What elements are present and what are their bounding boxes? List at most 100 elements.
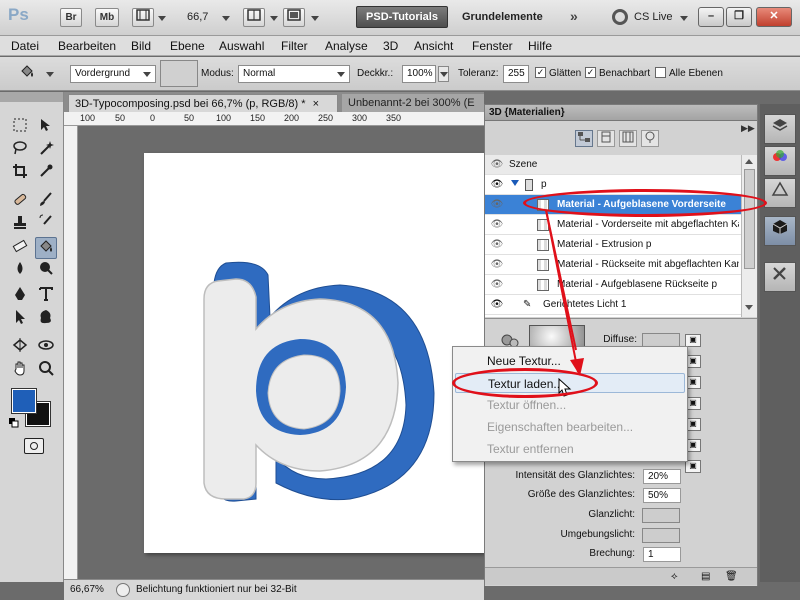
3d-orbit-tool[interactable] [35,337,57,359]
eyedropper-tool[interactable] [35,163,57,185]
shine-color-swatch[interactable] [642,508,680,523]
chevron-down-icon[interactable] [311,16,319,21]
visibility-eye-icon[interactable]: 👁 [488,298,506,312]
smooth-checkbox[interactable]: ✓ [535,67,546,78]
panel-header[interactable]: 3D {Materialien} [485,105,757,121]
gloss-size-input[interactable]: 50% [643,488,681,503]
menu-hilfe[interactable]: Hilfe [528,39,552,53]
eraser-tool[interactable] [9,237,31,259]
lasso-tool[interactable] [9,140,31,162]
scene-filter-button[interactable] [575,130,593,147]
panel-collapse-icon[interactable]: ▶▶ [741,123,755,134]
visibility-eye-icon[interactable]: 👁 [488,238,506,252]
menu-bild[interactable]: Bild [131,39,151,53]
screen-mode-button[interactable] [283,8,305,27]
close-tab-icon[interactable]: × [313,98,319,110]
type-tool[interactable] [35,286,57,308]
arrange-documents-button[interactable] [243,8,265,27]
move-tool[interactable] [35,117,57,139]
visibility-eye-icon[interactable]: 👁 [488,218,506,232]
pattern-swatch[interactable] [160,60,198,87]
material-row-back-bevel[interactable]: 👁 Material - Rückseite mit abgeflachten … [485,255,741,275]
all-layers-checkbox[interactable] [655,67,666,78]
crop-tool[interactable] [9,163,31,185]
contiguous-checkbox[interactable]: ✓ [585,67,596,78]
visibility-eye-icon[interactable]: 👁 [488,158,506,172]
document-canvas[interactable] [144,153,484,553]
more-workspaces-icon[interactable]: » [570,8,578,24]
menu-bearbeiten[interactable]: Bearbeiten [58,39,116,53]
quick-selection-tool[interactable] [35,140,57,162]
menu-fenster[interactable]: Fenster [472,39,513,53]
menu-filter[interactable]: Filter [281,39,308,53]
history-brush-tool[interactable] [35,214,57,236]
maximize-button[interactable]: ❐ [726,7,752,27]
hand-tool[interactable] [9,360,31,382]
ambient-color-swatch[interactable] [642,528,680,543]
blur-tool[interactable] [9,260,31,282]
channels-panel-button[interactable] [764,146,796,176]
menu-auswahl[interactable]: Auswahl [219,39,264,53]
chevron-down-icon[interactable] [46,72,54,77]
chevron-down-icon[interactable] [680,16,688,21]
cs-live-icon[interactable] [612,9,628,25]
chevron-down-icon[interactable] [270,16,278,21]
scene-row[interactable]: 👁 Szene [485,155,741,175]
scene-list-scrollbar[interactable] [741,155,757,317]
menu-3d[interactable]: 3D [383,39,398,53]
paint-bucket-tool[interactable] [35,237,57,259]
tools-panel-header[interactable] [0,92,63,102]
status-zoom[interactable]: 66,67% [70,584,104,595]
status-info-icon[interactable] [116,583,130,597]
view-extras-button[interactable] [132,8,154,27]
document-tab-inactive[interactable]: Unbenannt-2 bei 300% (E [342,94,484,112]
paint-bucket-preset-icon[interactable] [16,63,38,85]
visibility-eye-icon[interactable]: 👁 [488,178,506,192]
toggle-overlays-icon[interactable]: ⟡ [671,571,678,582]
cs-live-label[interactable]: CS Live [634,11,673,23]
expand-triangle-icon[interactable] [511,180,519,186]
menu-ansicht[interactable]: Ansicht [414,39,453,53]
opacity-slider-button[interactable] [438,66,449,82]
scrollbar-thumb[interactable] [744,169,755,269]
chevron-down-icon[interactable] [222,16,230,21]
document-tab-active[interactable]: 3D-Typocomposing.psd bei 66,7% (p, RGB/8… [68,94,338,112]
layers-panel-button[interactable] [764,114,796,144]
light-row[interactable]: 👁 ✎ Gerichtetes Licht 1 [485,295,741,315]
minimize-button[interactable]: – [698,7,724,27]
scroll-down-icon[interactable] [745,305,753,310]
mini-bridge-button[interactable]: Mb [95,8,119,27]
default-colors-icon[interactable] [9,418,19,428]
gloss-intensity-input[interactable]: 20% [643,469,681,484]
visibility-eye-icon[interactable]: 👁 [488,278,506,292]
scroll-up-icon[interactable] [745,159,753,164]
material-row-front-bevel[interactable]: 👁 Material - Vorderseite mit abgeflachte… [485,215,741,235]
mesh-filter-button[interactable] [597,130,615,147]
workspace-psd-tutorials-button[interactable]: PSD-Tutorials [356,6,448,28]
material-filter-button[interactable] [619,130,637,147]
3d-panel-button[interactable] [764,216,796,246]
visibility-eye-icon[interactable]: 👁 [488,258,506,272]
marquee-tool[interactable] [9,117,31,139]
menu-datei[interactable]: Datei [11,39,39,53]
zoom-tool[interactable] [35,360,57,382]
opacity-input[interactable]: 100% [402,65,436,83]
visibility-eye-icon[interactable]: 👁 [488,198,506,212]
fill-source-select[interactable]: Vordergrund [70,65,156,83]
zoom-level-field[interactable]: 66,7 [187,11,208,23]
material-row-extrusion[interactable]: 👁 Material - Extrusion p [485,235,741,255]
pen-tool[interactable] [9,286,31,308]
bridge-button[interactable]: Br [60,8,82,27]
menu-analyse[interactable]: Analyse [325,39,368,53]
paths-panel-button[interactable] [764,178,796,208]
menu-ebene[interactable]: Ebene [170,39,205,53]
mode-select[interactable]: Normal [238,65,350,83]
tools-presets-button[interactable] [764,262,796,292]
light-filter-button[interactable] [641,130,659,147]
foreground-color-swatch[interactable] [11,388,37,414]
refraction-input[interactable]: 1 [643,547,681,562]
dodge-tool[interactable] [35,260,57,282]
chevron-down-icon[interactable] [158,16,166,21]
close-button[interactable]: ✕ [756,7,792,27]
delete-trash-icon[interactable]: 🗑 [725,571,738,582]
